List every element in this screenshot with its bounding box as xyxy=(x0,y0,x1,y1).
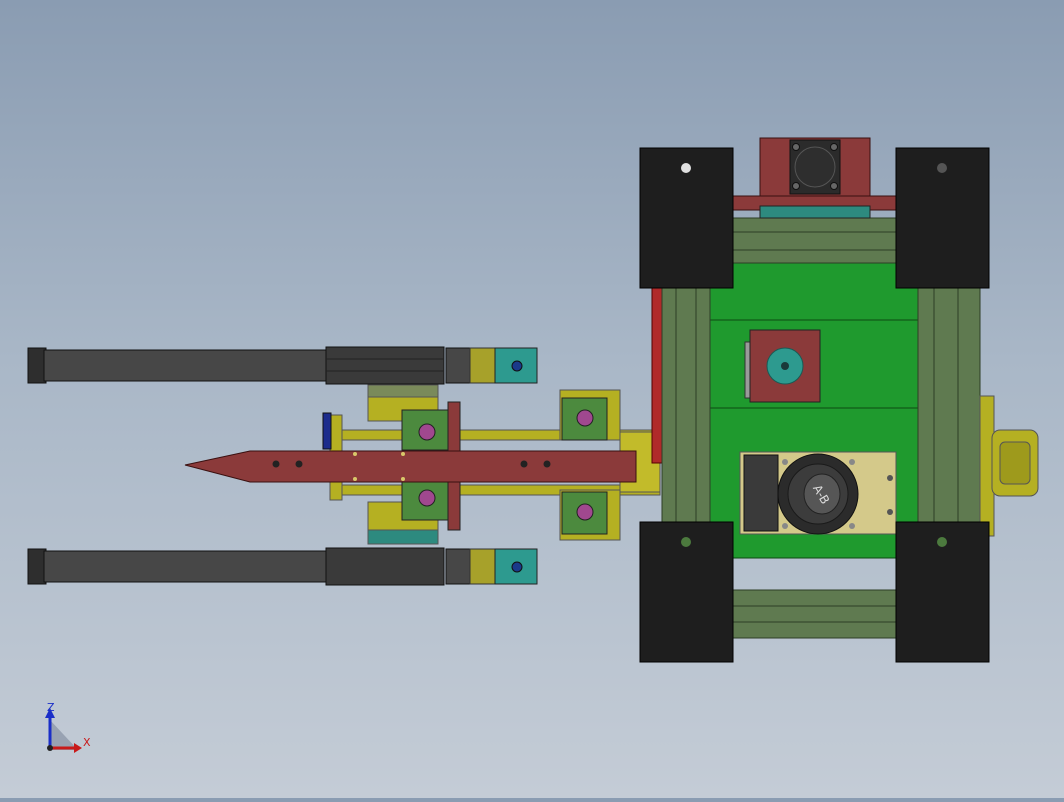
upper-rod-assembly xyxy=(27,346,538,385)
bolt-head xyxy=(418,423,436,441)
x-axis-label: X xyxy=(83,736,91,749)
top-motor-mount xyxy=(759,137,871,197)
robot-top-view-drawing: A-B Z X xyxy=(27,137,1039,753)
upper-yellow-clamp xyxy=(469,347,496,384)
cad-viewport[interactable]: A-B Z X xyxy=(0,0,1064,798)
coordinate-triad: Z X xyxy=(45,701,91,753)
bolt-head xyxy=(418,489,436,507)
lower-rod-assembly xyxy=(27,547,538,586)
right-side-rail xyxy=(917,287,981,523)
upper-rod xyxy=(43,349,330,382)
lower-rod xyxy=(43,550,330,583)
center-bracket xyxy=(744,329,821,403)
lower-rod-end-cap xyxy=(27,548,47,585)
lower-cylinder-body xyxy=(325,547,445,586)
lower-yellow-clamp xyxy=(469,548,496,585)
z-axis-label: Z xyxy=(47,701,55,714)
servo-motor: A-B xyxy=(739,451,897,535)
bolt-head xyxy=(576,503,594,521)
upper-rod-end-cap xyxy=(27,347,47,384)
maroon-spike xyxy=(184,450,637,483)
upper-cylinder-body xyxy=(325,346,445,385)
top-crossbeam xyxy=(731,217,897,264)
bolt-head xyxy=(576,409,594,427)
left-side-rail xyxy=(661,287,711,523)
bottom-crossbeam xyxy=(731,589,897,639)
